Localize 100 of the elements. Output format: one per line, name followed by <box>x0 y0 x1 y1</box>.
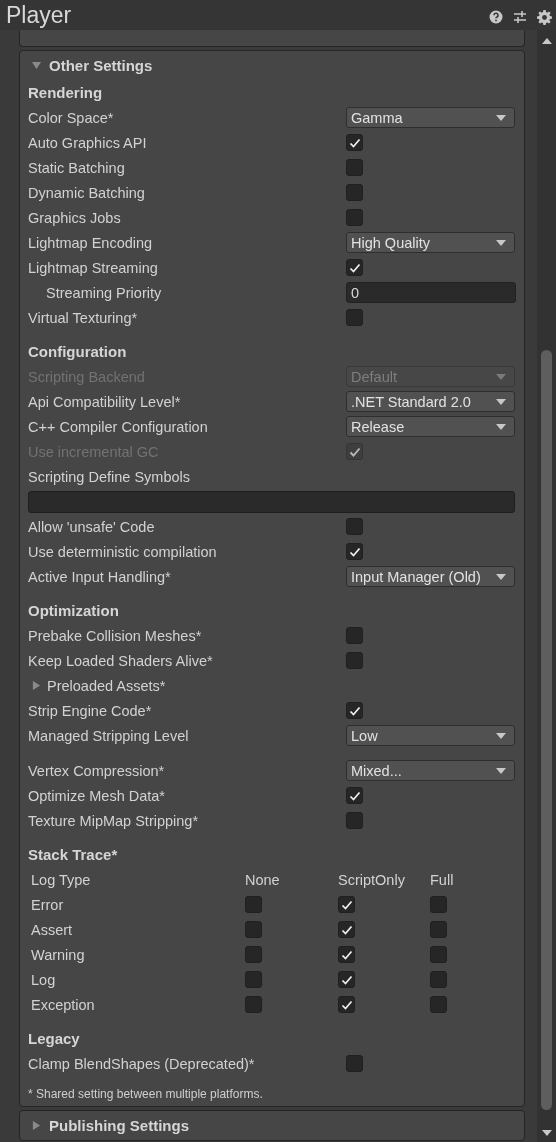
checkbox[interactable] <box>346 702 363 719</box>
scrollbar[interactable] <box>537 30 556 1142</box>
setting-label: Lightmap Streaming <box>28 259 158 276</box>
triangle-icon[interactable] <box>32 61 41 70</box>
checkmark-icon <box>340 948 353 961</box>
checkbox[interactable] <box>346 1055 363 1072</box>
caret-icon <box>496 573 506 580</box>
triangle-icon[interactable] <box>32 681 41 690</box>
setting-label: Dynamic Batching <box>28 184 145 201</box>
checkbox[interactable] <box>430 921 447 938</box>
checkbox[interactable] <box>346 812 363 829</box>
triangle-icon[interactable] <box>32 1121 41 1130</box>
checkbox[interactable] <box>245 996 262 1013</box>
checkbox[interactable] <box>338 921 355 938</box>
setting-label: Keep Loaded Shaders Alive* <box>28 652 213 669</box>
checkbox[interactable] <box>430 996 447 1013</box>
caret-icon <box>496 767 506 774</box>
settings-icon[interactable] <box>537 9 552 25</box>
checkbox[interactable] <box>346 209 363 226</box>
window-title: Player <box>6 1 72 29</box>
foldout-header[interactable]: Publishing Settings <box>20 1111 524 1140</box>
column-header: Full <box>430 871 455 888</box>
setting-label: Strip Engine Code* <box>28 702 152 719</box>
checkbox[interactable] <box>245 896 262 913</box>
checkbox[interactable] <box>430 946 447 963</box>
checkmark-icon <box>348 789 361 802</box>
caret-icon <box>496 423 506 430</box>
footnote-text: * Shared setting between multiple platforms. <box>28 1086 263 1103</box>
checkmark-icon <box>348 545 361 558</box>
checkmark-icon <box>340 923 353 936</box>
section-heading: Optimization <box>28 602 119 619</box>
setting-label: Graphics Jobs <box>28 209 121 226</box>
checkbox[interactable] <box>338 896 355 913</box>
checkbox[interactable] <box>346 518 363 535</box>
checkbox[interactable] <box>346 543 363 560</box>
setting-label: Virtual Texturing* <box>28 309 138 326</box>
dropdown[interactable]: Gamma <box>346 107 515 128</box>
dropdown[interactable]: Low <box>346 725 515 746</box>
checkbox[interactable] <box>338 996 355 1013</box>
checkbox[interactable] <box>245 921 262 938</box>
checkbox[interactable] <box>338 946 355 963</box>
section-heading: Stack Trace* <box>28 846 118 863</box>
scroll-down-icon[interactable] <box>541 1130 552 1136</box>
checkbox[interactable] <box>346 134 363 151</box>
help-icon[interactable] <box>489 10 503 24</box>
checkbox[interactable] <box>245 946 262 963</box>
checkbox[interactable] <box>346 309 363 326</box>
section-heading: Configuration <box>28 343 127 360</box>
dropdown[interactable]: Input Manager (Old) <box>346 566 515 587</box>
text-field[interactable]: 0 <box>346 282 516 303</box>
setting-label: C++ Compiler Configuration <box>28 418 208 435</box>
column-header: ScriptOnly <box>338 871 406 888</box>
setting-label: Managed Stripping Level <box>28 727 189 744</box>
section-heading: Legacy <box>28 1030 80 1047</box>
setting-label: Auto Graphics API <box>28 134 147 151</box>
checkmark-icon <box>340 898 353 911</box>
text-field[interactable] <box>28 490 515 513</box>
checkbox[interactable] <box>338 971 355 988</box>
setting-label: Scripting Define Symbols <box>28 468 190 485</box>
checkbox[interactable] <box>346 259 363 276</box>
foldout-label[interactable]: Preloaded Assets* <box>28 677 166 694</box>
checkbox[interactable] <box>346 184 363 201</box>
checkbox[interactable] <box>430 971 447 988</box>
setting-label: Allow 'unsafe' Code <box>28 518 155 535</box>
column-header: Log Type <box>31 871 92 888</box>
row-label: Error <box>31 896 65 913</box>
foldout-header[interactable]: Other Settings <box>20 51 524 80</box>
setting-label: Texture MipMap Stripping* <box>28 812 199 829</box>
dropdown[interactable]: .NET Standard 2.0 <box>346 391 515 412</box>
checkmark-icon <box>348 445 361 458</box>
setting-label: Streaming Priority <box>46 284 162 301</box>
setting-label: Clamp BlendShapes (Deprecated)* <box>28 1055 255 1072</box>
row-label: Exception <box>31 996 96 1013</box>
checkmark-icon <box>340 973 353 986</box>
dropdown[interactable]: High Quality <box>346 232 515 253</box>
checkbox[interactable] <box>245 971 262 988</box>
checkbox[interactable] <box>346 627 363 644</box>
checkbox[interactable] <box>346 159 363 176</box>
scroll-up-icon[interactable] <box>541 38 552 44</box>
checkbox[interactable] <box>346 652 363 669</box>
dropdown[interactable]: Mixed... <box>346 760 515 781</box>
setting-label: Active Input Handling* <box>28 568 171 585</box>
section-heading: Rendering <box>28 84 103 101</box>
checkbox[interactable] <box>346 787 363 804</box>
scrollbar-thumb[interactable] <box>541 350 552 1110</box>
row-label: Log <box>31 971 57 988</box>
caret-icon <box>496 114 506 121</box>
row-label: Assert <box>31 921 74 938</box>
row-label: Warning <box>31 946 86 963</box>
caret-icon <box>496 398 506 405</box>
setting-label: Api Compatibility Level* <box>28 393 181 410</box>
checkmark-icon <box>340 998 353 1011</box>
checkmark-icon <box>348 261 361 274</box>
checkmark-icon <box>348 136 361 149</box>
checkbox[interactable] <box>430 896 447 913</box>
caret-icon <box>496 373 506 380</box>
caret-icon <box>496 732 506 739</box>
sliders-icon[interactable] <box>513 10 527 24</box>
dropdown[interactable]: Release <box>346 416 515 437</box>
setting-label: Color Space* <box>28 109 114 126</box>
